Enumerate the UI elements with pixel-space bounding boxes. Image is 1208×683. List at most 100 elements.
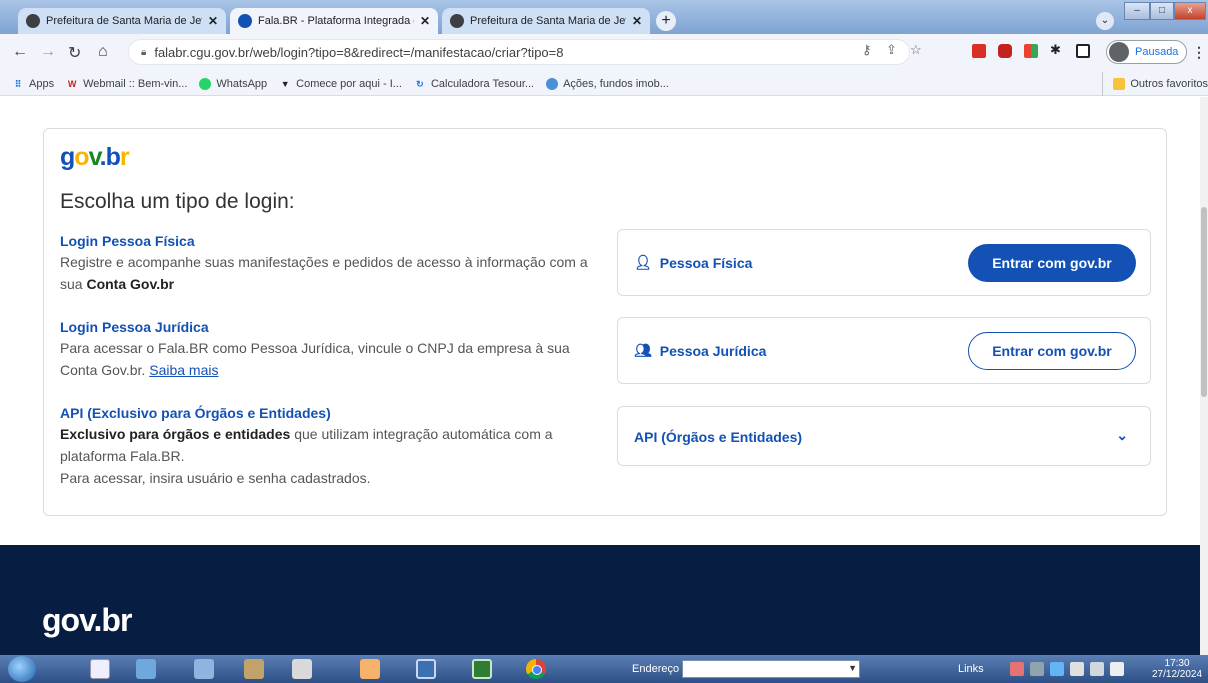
bookmark-label: Apps [29, 77, 55, 90]
chrome-icon[interactable] [526, 659, 546, 679]
desc-text-2: Para acessar, insira usuário e senha cad… [60, 470, 371, 486]
profile-status: Pausada [1135, 46, 1179, 58]
system-tray [1010, 659, 1124, 679]
page-footer: gov.br [0, 545, 1200, 655]
bookmark-label: Calculadora Tesour... [430, 77, 535, 90]
pessoa-fisica-label: 👤︎ Pessoa Física [634, 254, 752, 271]
footer-govbr-logo: gov.br [42, 602, 132, 638]
tab-title: Prefeitura de Santa Maria de Jeti [46, 15, 202, 27]
start-button[interactable] [8, 656, 36, 682]
option-title-pessoa-fisica: Login Pessoa Física [60, 233, 195, 249]
bookmark-label: Comece por aqui - I... [296, 77, 402, 90]
desc-text: Para acessar o Fala.BR como Pessoa Juríd… [60, 340, 570, 378]
users-icon: 👥︎ [634, 342, 652, 358]
excel-icon[interactable] [472, 659, 492, 679]
windows-taskbar: Endereço ▼ Links 17:30 27/12/2024 [0, 655, 1208, 683]
tab-title: Fala.BR - Plataforma Integrada de [258, 15, 414, 27]
bookmark-label: WhatsApp [216, 77, 268, 90]
tray-app-icon[interactable] [1010, 662, 1024, 676]
saiba-mais-link[interactable]: Saiba mais [149, 362, 218, 378]
bookmark-webmail[interactable]: W Webmail :: Bem-vin... [66, 77, 188, 90]
dropdown-arrow-icon[interactable]: ▼ [848, 663, 857, 673]
url-text: falabr.cgu.gov.br/web/login?tipo=8&redir… [154, 44, 564, 60]
minimize-window-button[interactable]: – [1124, 2, 1150, 20]
tab-search-icon[interactable]: ⌄ [1096, 12, 1114, 30]
scrollbar-thumb[interactable] [1201, 207, 1207, 397]
page-viewport: gov.br Escolha um tipo de login: Login P… [0, 97, 1200, 655]
bookmark-icon: ▼ [280, 78, 290, 89]
bookmark-whatsapp[interactable]: WhatsApp [199, 77, 268, 90]
color-extension-icon[interactable] [1024, 44, 1038, 58]
computer-icon[interactable] [194, 659, 214, 679]
close-tab-icon[interactable]: ✕ [632, 14, 642, 28]
desc-bold: Conta Gov.br [86, 276, 175, 292]
paint-icon[interactable] [244, 659, 264, 679]
side-panel-icon[interactable] [1076, 44, 1090, 58]
api-label: API (Órgãos e Entidades) [634, 429, 803, 445]
bookmark-apps[interactable]: ⠿ Apps [12, 78, 54, 90]
close-tab-icon[interactable]: ✕ [420, 14, 430, 28]
back-arrow-icon[interactable]: ← [12, 43, 28, 61]
maximize-window-button[interactable]: □ [1150, 2, 1174, 20]
other-bookmarks-label: Outros favoritos [1130, 78, 1208, 90]
chevron-down-icon[interactable]: ⌄ [1116, 427, 1128, 444]
signal-icon[interactable] [1090, 662, 1104, 676]
tab-prefeitura-1[interactable]: Prefeitura de Santa Maria de Jeti ✕ [18, 8, 226, 34]
page-title: Escolha um tipo de login: [60, 190, 295, 213]
tab-prefeitura-2[interactable]: Prefeitura de Santa Maria de Jeti ✕ [442, 8, 650, 34]
close-tab-icon[interactable]: ✕ [208, 14, 218, 28]
scanner-icon[interactable] [292, 659, 312, 679]
taskbar-clock[interactable]: 17:30 27/12/2024 [1152, 658, 1202, 680]
share-icon[interactable]: ⇪ [886, 42, 897, 58]
more-menu-icon[interactable]: ⋮ [1192, 44, 1206, 61]
option-title-api: API (Exclusivo para Órgãos e Entidades) [60, 405, 331, 421]
box-label: Pessoa Jurídica [659, 342, 767, 359]
desc-bold: Exclusivo para órgãos e entidades [60, 426, 291, 442]
video-extension-icon[interactable] [998, 44, 1012, 58]
globe-icon [450, 14, 464, 28]
home-icon[interactable]: ⌂ [98, 43, 108, 61]
option-title-pessoa-juridica: Login Pessoa Jurídica [60, 319, 209, 335]
explorer-icon[interactable] [136, 659, 156, 679]
bookmark-label: Webmail :: Bem-vin... [83, 77, 188, 90]
folder-icon [1113, 78, 1126, 90]
entrar-govbr-pj-button[interactable]: Entrar com gov.br [968, 332, 1136, 370]
tab-fala-br[interactable]: Fala.BR - Plataforma Integrada de ✕ [230, 8, 438, 34]
puzzle-icon[interactable]: ✱ [1050, 42, 1061, 58]
forward-arrow-icon[interactable]: → [40, 43, 56, 61]
globe-icon [26, 14, 40, 28]
address-bar[interactable]: 🔒︎ falabr.cgu.gov.br/web/login?tipo=8&re… [128, 39, 910, 65]
calculator-icon: ↻ [416, 78, 424, 89]
govbr-logo: gov.br [60, 143, 130, 171]
api-accordion[interactable]: API (Órgãos e Entidades) ⌄ [617, 406, 1151, 466]
avatar [1109, 42, 1129, 62]
entrar-govbr-pf-button[interactable]: Entrar com gov.br [968, 244, 1136, 282]
star-icon[interactable]: ☆ [910, 42, 922, 58]
pdf-extension-icon[interactable] [972, 44, 986, 58]
reload-icon[interactable]: ↻ [68, 43, 81, 63]
volume-icon[interactable] [1070, 662, 1084, 676]
pessoa-fisica-box: 👤︎ Pessoa Física Entrar com gov.br [617, 229, 1151, 296]
page-scrollbar[interactable] [1200, 97, 1208, 655]
fala-br-icon [238, 14, 252, 28]
browser-tab-strip: Prefeitura de Santa Maria de Jeti ✕ Fala… [0, 0, 1208, 34]
word-icon[interactable] [416, 659, 436, 679]
profile-button[interactable]: Pausada [1106, 40, 1188, 64]
taskbar-address-input[interactable]: ▼ [682, 660, 860, 678]
clock-time: 17:30 [1164, 658, 1190, 669]
tray-network-icon[interactable] [1030, 662, 1044, 676]
document-app-icon[interactable] [90, 659, 110, 679]
close-window-button[interactable]: x [1174, 2, 1206, 20]
new-tab-button[interactable]: + [656, 11, 676, 31]
bookmark-calculadora[interactable]: ↻ Calculadora Tesour... [414, 78, 534, 90]
tab-title: Prefeitura de Santa Maria de Jeti [470, 15, 626, 27]
key-icon[interactable]: ⚷ [862, 42, 872, 58]
mail-icon[interactable] [360, 659, 380, 679]
bookmark-acoes[interactable]: Ações, fundos imob... [546, 77, 669, 90]
flag-icon[interactable] [1110, 662, 1124, 676]
option-desc-pessoa-fisica: Registre e acompanhe suas manifestações … [60, 251, 600, 295]
links-toolbar-label[interactable]: Links [958, 663, 984, 675]
tray-display-icon[interactable] [1050, 662, 1064, 676]
bookmark-comece[interactable]: ▼ Comece por aqui - I... [279, 78, 402, 90]
other-bookmarks[interactable]: Outros favoritos [1102, 72, 1208, 96]
